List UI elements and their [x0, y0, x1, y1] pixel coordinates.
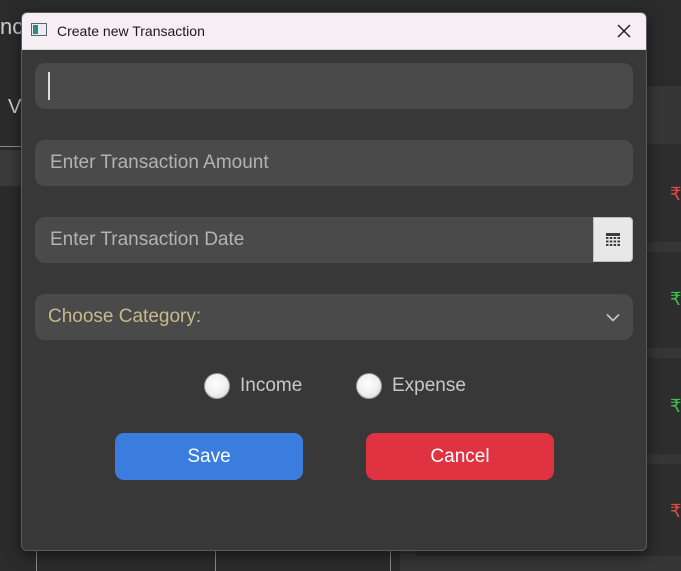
- background-column-divider: [215, 549, 216, 571]
- rupee-icon: ₹: [670, 289, 681, 309]
- dialog-title: Create new Transaction: [57, 23, 205, 39]
- background-divider: [0, 146, 22, 147]
- expense-radio-label: Expense: [392, 375, 466, 396]
- transaction-name-input-container[interactable]: [35, 63, 633, 109]
- income-radio-option[interactable]: Income: [204, 371, 302, 401]
- save-button[interactable]: Save: [115, 433, 303, 480]
- transaction-date-input-container[interactable]: [35, 217, 594, 263]
- dialog-titlebar[interactable]: Create new Transaction: [22, 13, 646, 50]
- text-cursor: [48, 72, 50, 100]
- cancel-button[interactable]: Cancel: [366, 433, 554, 480]
- close-button[interactable]: [602, 13, 646, 49]
- background-column-divider: [390, 549, 391, 571]
- expense-radio-option[interactable]: Expense: [356, 371, 466, 401]
- background-column-divider: [36, 549, 37, 571]
- expense-radio-button[interactable]: [356, 373, 382, 399]
- close-icon: [617, 24, 631, 38]
- transaction-amount-input-container[interactable]: [35, 140, 633, 186]
- income-radio-button[interactable]: [204, 373, 230, 399]
- category-selected-value: Choose Category:: [48, 306, 202, 327]
- app-window-icon: [31, 23, 47, 36]
- create-transaction-dialog: Create new Transaction Choose Category:: [21, 12, 647, 551]
- background-column-header: V: [8, 96, 22, 118]
- date-picker-button[interactable]: [593, 217, 633, 262]
- transaction-amount-input[interactable]: [48, 151, 620, 175]
- transaction-date-input[interactable]: [48, 228, 581, 252]
- transaction-name-input[interactable]: [48, 74, 620, 98]
- rupee-icon: ₹: [670, 184, 681, 204]
- background-table-header-band: [0, 150, 22, 186]
- calendar-icon: [606, 233, 620, 246]
- rupee-icon: ₹: [670, 396, 681, 416]
- rupee-icon: ₹: [670, 501, 681, 521]
- chevron-down-icon: [606, 313, 620, 322]
- income-radio-label: Income: [240, 375, 303, 396]
- category-dropdown[interactable]: Choose Category:: [35, 294, 633, 340]
